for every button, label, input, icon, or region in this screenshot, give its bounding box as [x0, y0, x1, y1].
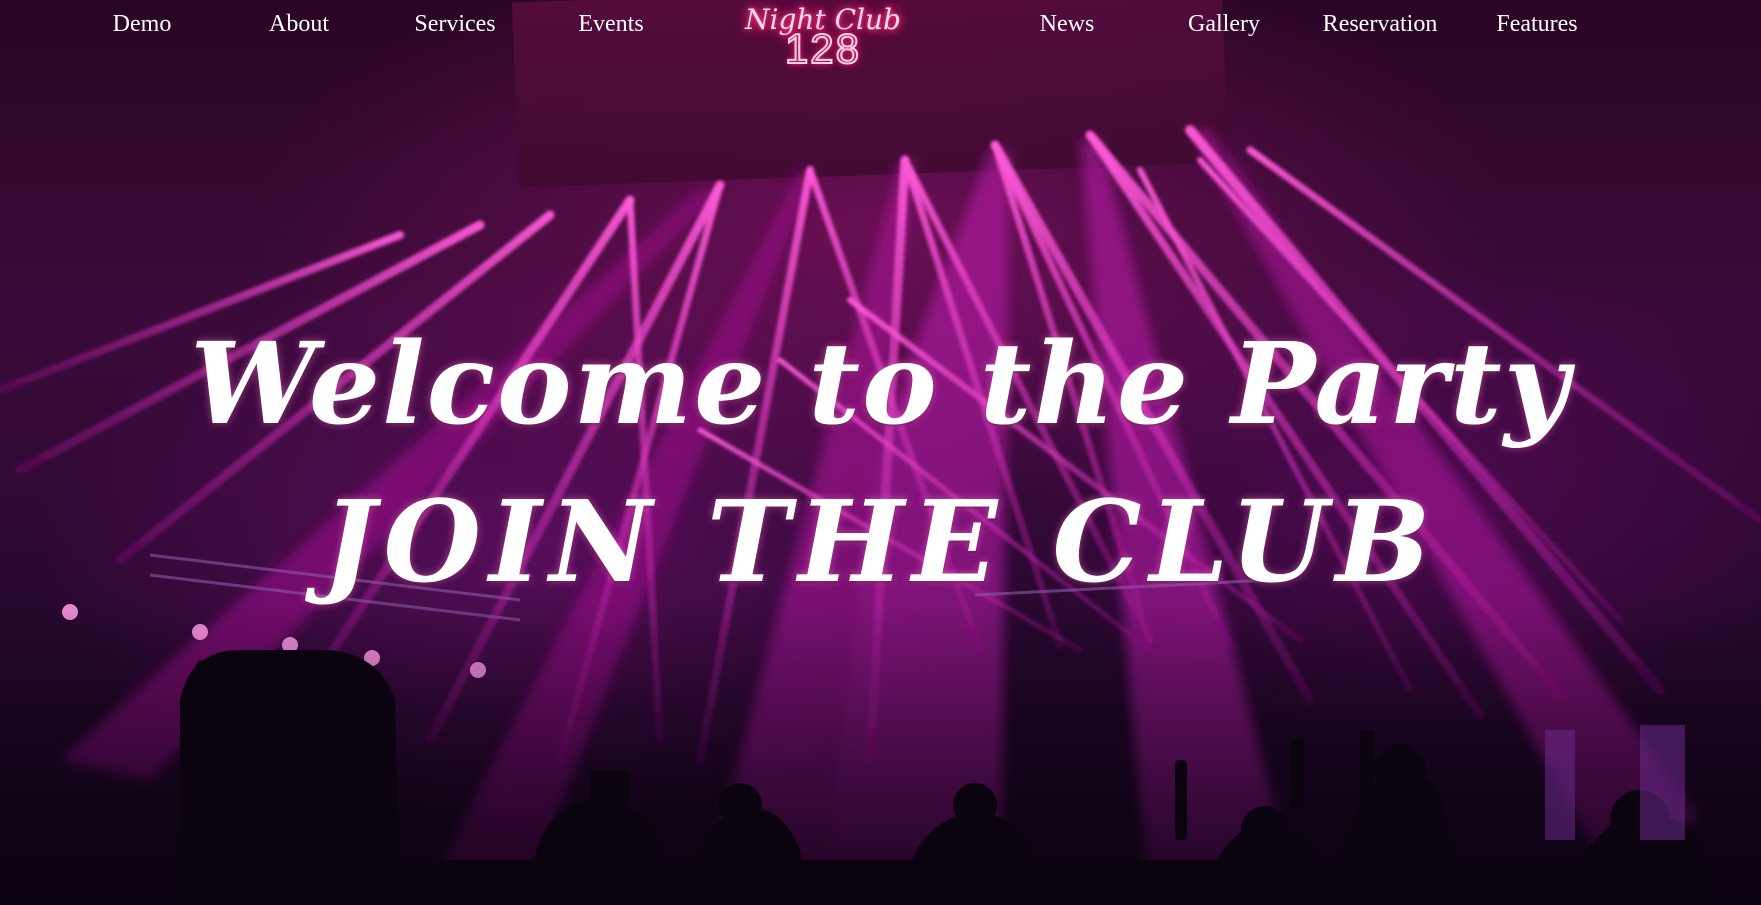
nav-item-news[interactable]: News: [1040, 8, 1095, 40]
nav-item-gallery[interactable]: Gallery: [1188, 8, 1260, 40]
nav-item-events[interactable]: Events: [578, 8, 643, 40]
hero-title: Welcome to the Party: [190, 319, 1571, 451]
nav-item-reservation[interactable]: Reservation: [1323, 8, 1438, 40]
hero-section: Demo About Services Events Night Club 12…: [0, 0, 1761, 905]
nav-item-services[interactable]: Services: [414, 8, 495, 40]
logo-number-text: 128: [784, 25, 862, 73]
night-club-logo[interactable]: Night Club 128: [742, 2, 904, 74]
nav-item-features[interactable]: Features: [1496, 8, 1577, 40]
hero-subtitle: JOIN THE CLUB: [322, 476, 1439, 608]
nav-item-demo[interactable]: Demo: [113, 8, 172, 40]
main-navigation: Demo About Services Events Night Club 12…: [0, 0, 1761, 73]
nav-item-about[interactable]: About: [269, 8, 329, 40]
